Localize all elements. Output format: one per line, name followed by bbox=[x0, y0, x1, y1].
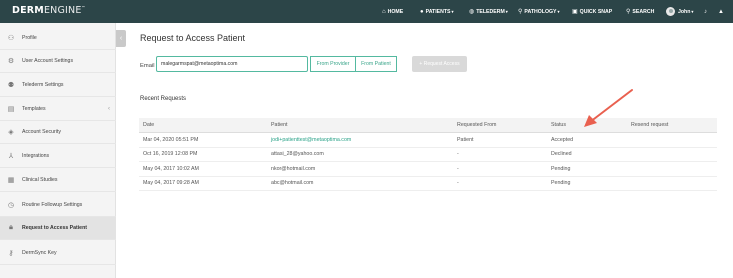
chevron-left-icon: ‹ bbox=[119, 35, 123, 42]
row-status: Pending bbox=[551, 165, 571, 172]
row-patient: attasi_28@yahoo.com bbox=[271, 151, 324, 158]
nav-telederm[interactable]: ◍ TELEDERM ▾ bbox=[469, 0, 508, 23]
chevron-down-icon: ▾ bbox=[691, 9, 694, 14]
row-status: Accepted bbox=[551, 136, 574, 143]
row-requested-from: Patient bbox=[457, 136, 474, 143]
sidebar-item-dermsync-key[interactable]: ⚷ DermSync Key bbox=[0, 242, 116, 265]
lock-icon: 🔒︎ bbox=[9, 224, 13, 231]
row-requested-from: - bbox=[457, 180, 459, 187]
table-row: Mar 04, 2020 05:51 PM jodi+patienttest@m… bbox=[139, 133, 717, 148]
clock-icon: ◷ bbox=[7, 202, 15, 209]
recent-requests-heading: Recent Requests bbox=[140, 96, 187, 102]
sidebar-item-profile[interactable]: ⚇ Profile bbox=[0, 27, 116, 50]
camera-icon: ▣ bbox=[572, 9, 578, 15]
app-logo[interactable]: DERMENGINE™ bbox=[12, 5, 86, 16]
column-header-date: Date bbox=[143, 122, 155, 128]
row-status: Pending bbox=[551, 180, 571, 187]
row-requested-from: - bbox=[457, 151, 459, 158]
bell-icon: ▲ bbox=[718, 8, 724, 15]
people-icon: ● bbox=[420, 8, 424, 15]
document-icon: ▤ bbox=[7, 106, 15, 113]
key-icon: ⚷ bbox=[8, 250, 14, 257]
column-header-requested-from: Requested From bbox=[457, 122, 497, 128]
row-date: May 04, 2017 09:28 AM bbox=[143, 180, 199, 187]
home-icon: ⌂ bbox=[382, 8, 386, 15]
annotation-arrow bbox=[584, 89, 633, 127]
row-status: Declined bbox=[551, 151, 572, 158]
sidebar-item-request-to-access-patient[interactable]: 🔒︎ Request to Access Patient bbox=[0, 217, 116, 240]
table-row: May 04, 2017 10:02 AM nkor@hotmail.com -… bbox=[139, 162, 717, 177]
row-date: Mar 04, 2020 05:51 PM bbox=[143, 136, 199, 143]
row-requested-from: - bbox=[457, 165, 459, 172]
user-gear-icon: ⚉ bbox=[7, 82, 15, 89]
row-patient: nkor@hotmail.com bbox=[271, 165, 316, 172]
column-header-status: Status bbox=[551, 122, 567, 128]
row-patient-link[interactable]: jodi+patienttest@metaoptima.com bbox=[271, 133, 351, 147]
search-icon: ⚲ bbox=[626, 9, 631, 15]
chevron-down-icon: ▾ bbox=[451, 9, 454, 14]
sidebar-item-routine-followup-settings[interactable]: ◷ Routine Followup Settings bbox=[0, 194, 116, 217]
column-header-patient: Patient bbox=[271, 122, 288, 128]
nav-search[interactable]: ⚲ SEARCH bbox=[626, 0, 654, 23]
sidebar-item-integrations[interactable]: ⅄ Integrations bbox=[0, 145, 116, 168]
chevron-down-icon: ▾ bbox=[505, 9, 508, 14]
nav-pathology[interactable]: ⚲ PATHOLOGY ▾ bbox=[518, 0, 560, 23]
nav-home[interactable]: ⌂ HOME bbox=[382, 0, 403, 23]
settings-sidebar: ⚇ Profile ⚙ User Account Settings ⚉ Tele… bbox=[0, 23, 116, 278]
top-nav-bar: DERMENGINE™ ⌂ HOME ● PATIENTS ▾ ◍ TELEDER… bbox=[0, 0, 733, 23]
nav-patients[interactable]: ● PATIENTS ▾ bbox=[420, 0, 454, 23]
sidebar-item-templates[interactable]: ▤ Templates ‹ bbox=[0, 98, 116, 121]
sidebar-item-telederm-settings[interactable]: ⚉ Telederm Settings bbox=[0, 74, 116, 97]
row-patient: abc@hotmail.com bbox=[271, 180, 314, 187]
microscope-icon: ⚲ bbox=[518, 9, 523, 15]
sidebar-item-account-security[interactable]: ◈ Account Security bbox=[0, 121, 116, 144]
sidebar-collapse-toggle[interactable]: ‹ bbox=[116, 30, 126, 47]
studies-icon: ▦ bbox=[7, 177, 15, 184]
help-icon: ♪ bbox=[704, 8, 707, 15]
avatar bbox=[666, 7, 675, 16]
telederm-icon: ◍ bbox=[469, 9, 475, 15]
row-date: May 04, 2017 10:02 AM bbox=[143, 165, 199, 172]
from-patient-button[interactable]: From Patient bbox=[355, 56, 397, 72]
email-label: Email bbox=[140, 63, 155, 69]
network-icon: ⅄ bbox=[8, 153, 14, 160]
request-access-button[interactable]: + Request Access bbox=[412, 56, 467, 72]
help-button[interactable]: ♪ bbox=[704, 0, 709, 23]
user-menu[interactable]: John ▾ bbox=[666, 0, 693, 23]
nav-quick-snap[interactable]: ▣ QUICK SNAP bbox=[572, 0, 612, 23]
chevron-down-icon: ▾ bbox=[557, 9, 560, 14]
sidebar-item-clinical-studies[interactable]: ▦ Clinical Studies bbox=[0, 169, 116, 192]
page-title: Request to Access Patient bbox=[140, 33, 246, 43]
sidebar-item-user-account-settings[interactable]: ⚙ User Account Settings bbox=[0, 50, 116, 73]
chevron-left-icon: ‹ bbox=[108, 106, 110, 112]
from-provider-button[interactable]: From Provider bbox=[310, 56, 356, 72]
table-row: Oct 16, 2019 12:08 PM attasi_28@yahoo.co… bbox=[139, 148, 717, 162]
notifications-button[interactable]: ▲ bbox=[718, 0, 726, 23]
table-row: May 04, 2017 09:28 AM abc@hotmail.com - … bbox=[139, 177, 717, 191]
people-icon: ⚇ bbox=[7, 35, 15, 42]
row-date: Oct 16, 2019 12:08 PM bbox=[143, 151, 198, 158]
gear-icon: ⚙ bbox=[7, 58, 15, 65]
email-field[interactable]: malegarmspat@metaoptima.com bbox=[156, 56, 308, 72]
shield-icon: ◈ bbox=[8, 129, 14, 136]
